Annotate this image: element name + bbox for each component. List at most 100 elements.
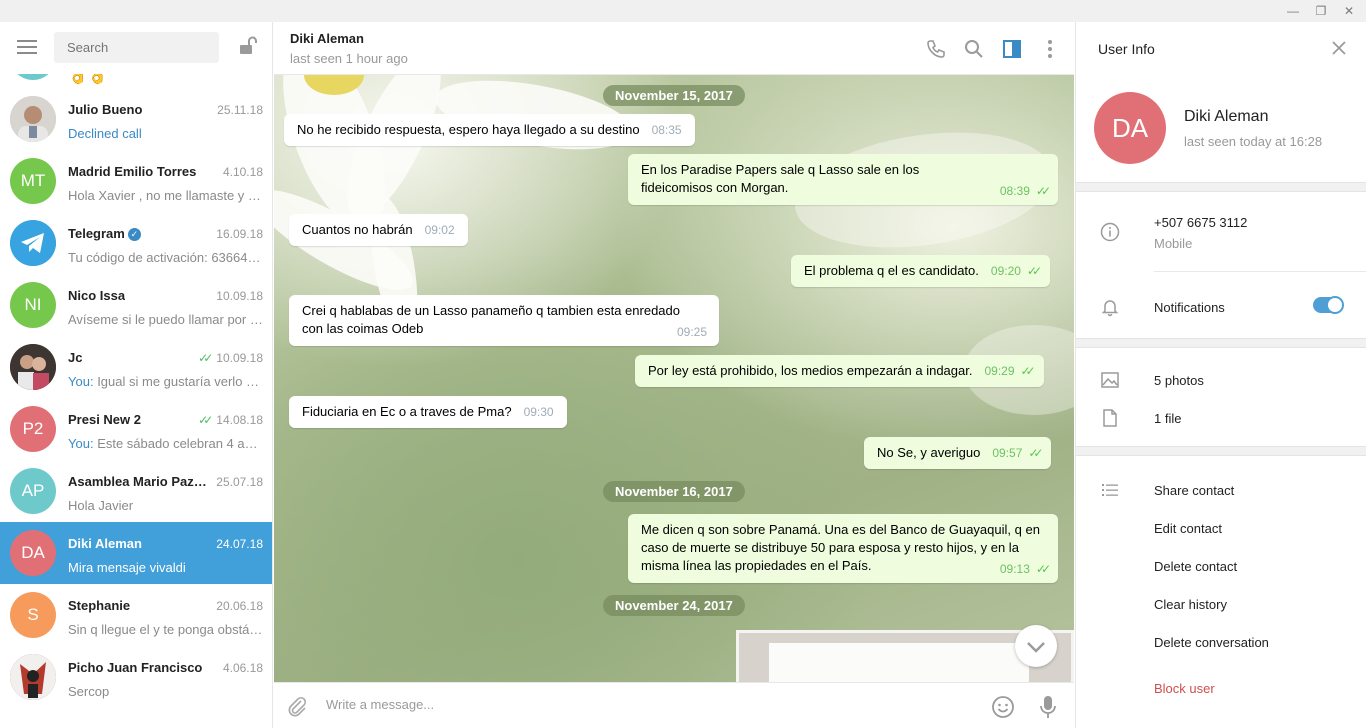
chat-date: 16.09.18 [216,227,263,241]
messages-area[interactable]: November 15, 2017 No he recibido respues… [274,75,1074,682]
phone-call-icon[interactable] [925,38,947,60]
avatar: S [10,592,56,638]
chat-item-jc[interactable]: Jc ✓✓ 10.09.18 You: Igual si me gustaría … [0,336,272,398]
chat-name: Jc [68,350,83,365]
chat-preview: Sercop [68,684,110,699]
chat-item-stephanie[interactable]: S Stephanie 20.06.18 Sin q llegue el y t… [0,584,272,646]
chat-list[interactable]: AP 👌👌 Julio Bueno 25.11.18 Declined call… [0,34,272,708]
emoji-icon[interactable] [991,695,1015,719]
chat-item-presi-new-2[interactable]: P2 Presi New 2 ✓✓ 14.08.18 You: Este sába… [0,398,272,460]
minimize-button[interactable]: — [1286,4,1300,18]
telegram-logo-icon [10,220,56,266]
message-incoming[interactable]: Crei q hablabas de un Lasso panameño q t… [289,295,719,346]
read-ticks-icon: ✓✓ [1035,562,1051,576]
chat-item-nico-issa[interactable]: NI Nico Issa 10.09.18 Avíseme si le pued… [0,274,272,336]
photo-icon [1101,372,1119,388]
conversation-header: Diki Aleman last seen 1 hour ago [274,22,1074,75]
delete-contact-action[interactable]: Delete contact [1154,559,1237,574]
document-photo-image [769,643,1029,682]
attach-icon[interactable] [286,695,308,717]
chat-date: 4.10.18 [222,165,263,179]
chat-item-diki-aleman[interactable]: DA Diki Aleman 24.07.18 Mira mensaje viv… [0,522,272,584]
user-name: Diki Aleman [1184,108,1269,125]
chat-date: 10.09.18 [216,289,263,303]
block-user-action[interactable]: Block user [1154,681,1215,696]
search-icon[interactable] [963,38,985,60]
clear-history-action[interactable]: Clear history [1154,597,1227,612]
conversation-panel: Diki Aleman last seen 1 hour ago Novembe… [274,22,1074,728]
chat-name: Telegram ✓ [68,226,141,241]
read-ticks-icon: ✓✓ [1028,446,1043,460]
scroll-to-bottom-button[interactable] [1015,625,1057,667]
date-separator: November 16, 2017 [603,481,745,502]
chat-preview: Hola Xavier , no me llamaste y … [68,188,261,203]
chat-name: Nico Issa [68,288,126,303]
avatar: P2 [10,406,56,452]
panel-title: User Info [1098,41,1155,57]
chat-name: Julio Bueno [68,102,143,117]
avatar[interactable]: DA [1094,92,1166,164]
microphone-icon[interactable] [1037,694,1059,720]
peer-name[interactable]: Diki Aleman [290,31,364,46]
unlock-icon[interactable] [238,36,258,56]
date-separator: November 24, 2017 [603,595,745,616]
restore-button[interactable]: ❐ [1314,4,1328,18]
section-divider [1076,338,1366,348]
phone-number[interactable]: +507 6675 3112 [1154,215,1247,230]
chat-preview: You: Igual si me gustaría verlo s… [68,374,264,389]
message-incoming[interactable]: Cuantos no habrán 09:02 [289,214,468,246]
chevron-down-icon [1027,642,1045,653]
sidebar-toggle-icon[interactable] [1001,38,1023,60]
avatar [10,654,56,700]
avatar: NI [10,282,56,328]
message-outgoing[interactable]: En los Paradise Papers sale q Lasso sale… [628,154,1058,205]
avatar: MT [10,158,56,204]
avatar: DA [10,530,56,576]
message-incoming[interactable]: No he recibido respuesta, espero haya ll… [284,114,695,146]
user-info-panel: User Info DA Diki Aleman last seen today… [1075,22,1366,728]
chat-name: Asamblea Mario Paz… [68,474,207,489]
message-outgoing[interactable]: Por ley está prohibido, los medios empez… [635,355,1044,387]
message-incoming[interactable]: Fiduciaria en Ec o a traves de Pma? 09:30 [289,396,567,428]
shared-photos[interactable]: 5 photos [1154,373,1204,388]
shared-files[interactable]: 1 file [1154,411,1181,426]
share-contact-action[interactable]: Share contact [1154,483,1234,498]
read-ticks-icon: ✓✓ [198,351,213,365]
left-header [0,22,272,74]
section-divider [1076,446,1366,456]
file-icon [1103,409,1117,427]
chat-preview: Declined call [68,126,142,141]
message-outgoing[interactable]: No Se, y averiguo 09:57 ✓✓ [864,437,1052,469]
chat-item-madrid-emilio-torres[interactable]: MT Madrid Emilio Torres 4.10.18 Hola Xav… [0,150,272,212]
date-separator: November 15, 2017 [603,85,745,106]
chat-item-telegram[interactable]: Telegram ✓ 16.09.18 Tu código de activaci… [0,212,272,274]
chat-name: Stephanie [68,598,131,613]
hamburger-menu-icon[interactable] [17,40,37,54]
verified-badge-icon: ✓ [127,228,141,241]
search-input[interactable] [54,32,219,63]
chat-item-picho-juan-francisco[interactable]: Picho Juan Francisco 4.06.18 Sercop [0,646,272,708]
delete-conversation-action[interactable]: Delete conversation [1154,635,1269,650]
close-icon[interactable] [1331,40,1347,56]
info-icon [1100,222,1120,242]
chat-date: ✓✓ 10.09.18 [198,351,263,365]
message-input[interactable]: Write a message... [326,697,434,712]
edit-contact-action[interactable]: Edit contact [1154,521,1222,536]
notifications-toggle[interactable] [1313,296,1344,314]
chat-item-julio-bueno[interactable]: Julio Bueno 25.11.18 Declined call [0,88,272,150]
message-outgoing[interactable]: El problema q el es candidato. 09:20 ✓✓ [791,255,1051,287]
chat-item-asamblea[interactable]: AP Asamblea Mario Paz… 25.07.18 Hola Jav… [0,460,272,522]
phone-label: Mobile [1154,236,1193,251]
chat-name: Diki Aleman [68,536,142,551]
chat-preview: Avíseme si le puedo llamar por … [68,312,263,327]
chat-name: Madrid Emilio Torres [68,164,197,179]
message-outgoing[interactable]: Me dicen q son sobre Panamá. Una es del … [628,514,1058,583]
read-ticks-icon: ✓✓ [1035,184,1051,198]
close-window-button[interactable]: ✕ [1342,4,1356,18]
chat-date: ✓✓ 14.08.18 [198,413,263,427]
more-options-icon[interactable] [1039,38,1061,60]
avatar: AP [10,468,56,514]
list-icon [1102,484,1118,496]
peer-status: last seen 1 hour ago [290,51,408,66]
chat-name: Picho Juan Francisco [68,660,203,675]
